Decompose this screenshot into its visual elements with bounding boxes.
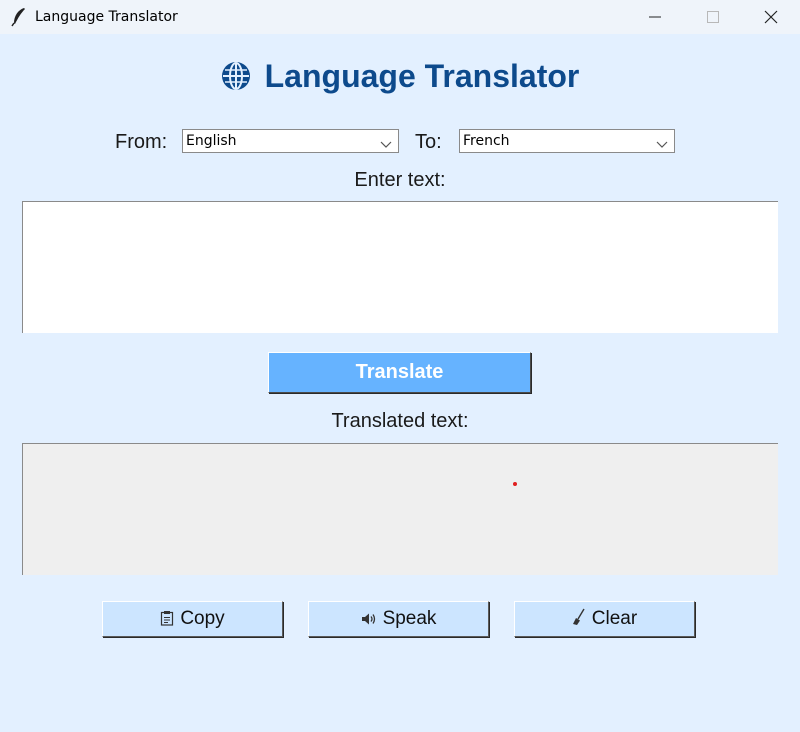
translate-button[interactable]: Translate bbox=[268, 352, 531, 393]
output-label: Translated text: bbox=[331, 410, 469, 432]
close-button[interactable] bbox=[742, 0, 800, 34]
from-language-select[interactable]: English bbox=[182, 129, 399, 153]
app-heading: Language Translator bbox=[0, 58, 800, 99]
input-textarea[interactable] bbox=[22, 201, 778, 333]
clipboard-icon bbox=[160, 604, 174, 638]
page-title: Language Translator bbox=[264, 58, 580, 94]
to-language-select[interactable]: French bbox=[459, 129, 675, 153]
speak-label: Speak bbox=[382, 608, 437, 629]
minimize-icon bbox=[649, 16, 661, 18]
output-textarea[interactable] bbox=[22, 443, 778, 575]
speak-button[interactable]: Speak bbox=[308, 601, 489, 637]
window-titlebar: Language Translator bbox=[0, 0, 800, 34]
to-label: To: bbox=[415, 131, 442, 153]
maximize-icon bbox=[707, 11, 719, 23]
clear-label: Clear bbox=[591, 608, 638, 629]
feather-icon bbox=[10, 7, 28, 27]
speaker-icon bbox=[361, 604, 377, 638]
copy-label: Copy bbox=[180, 608, 225, 629]
clear-button[interactable]: Clear bbox=[514, 601, 695, 637]
input-label: Enter text: bbox=[354, 169, 446, 191]
maximize-button[interactable] bbox=[684, 0, 742, 34]
copy-button[interactable]: Copy bbox=[102, 601, 283, 637]
from-language-value: English bbox=[186, 133, 237, 149]
minimize-button[interactable] bbox=[626, 0, 684, 34]
window-title: Language Translator bbox=[35, 9, 178, 25]
to-language-value: French bbox=[463, 133, 510, 149]
broom-icon bbox=[572, 604, 586, 638]
chevron-down-icon bbox=[656, 137, 668, 153]
globe-icon bbox=[221, 61, 251, 99]
close-icon bbox=[764, 10, 778, 24]
from-label: From: bbox=[115, 131, 168, 153]
cursor-marker bbox=[513, 482, 517, 486]
chevron-down-icon bbox=[380, 137, 392, 153]
